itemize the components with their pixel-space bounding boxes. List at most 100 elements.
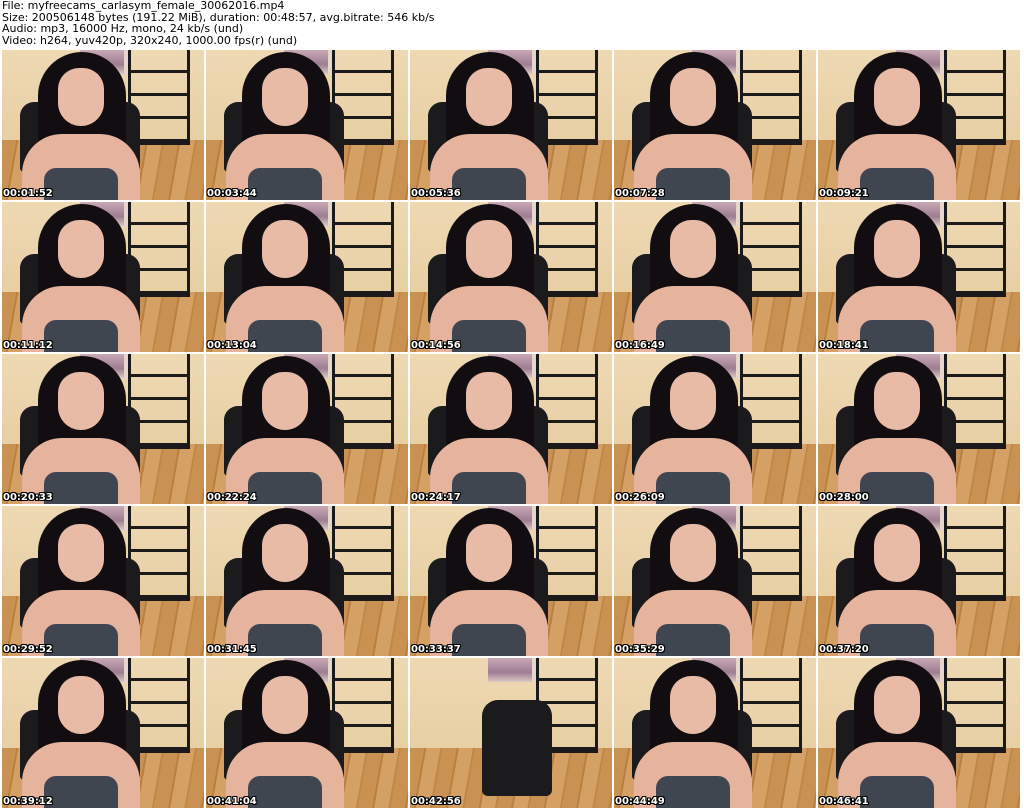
thumbnail-face <box>262 220 308 278</box>
thumbnail-face <box>670 524 716 582</box>
thumbnail-face <box>466 68 512 126</box>
thumbnail-timestamp: 00:01:52 <box>3 188 53 199</box>
thumbnail-timestamp: 00:13:04 <box>207 340 257 351</box>
thumbnail-timestamp: 00:18:41 <box>819 340 869 351</box>
thumbnail-timestamp: 00:14:56 <box>411 340 461 351</box>
thumbnail-face <box>670 68 716 126</box>
thumbnail-timestamp: 00:03:44 <box>207 188 257 199</box>
thumbnail-top <box>860 776 934 808</box>
thumbnail-timestamp: 00:35:29 <box>615 644 665 655</box>
thumbnail-top <box>44 168 118 200</box>
thumbnail-timestamp: 00:26:09 <box>615 492 665 503</box>
thumbnail-timestamp: 00:33:37 <box>411 644 461 655</box>
thumbnail-timestamp: 00:31:45 <box>207 644 257 655</box>
video-thumbnail: 00:05:36 <box>410 50 612 200</box>
thumbnail-timestamp: 00:29:52 <box>3 644 53 655</box>
thumbnail-timestamp: 00:24:17 <box>411 492 461 503</box>
video-thumbnail: 00:44:49 <box>614 658 816 808</box>
thumbnail-top <box>44 624 118 656</box>
thumbnail-top <box>656 624 730 656</box>
thumbnail-timestamp: 00:41:04 <box>207 796 257 807</box>
video-thumbnail: 00:14:56 <box>410 202 612 352</box>
thumbnail-face <box>58 524 104 582</box>
thumbnail-face <box>670 220 716 278</box>
thumbnail-face <box>262 68 308 126</box>
thumbnail-face <box>262 372 308 430</box>
thumbnail-timestamp: 00:11:12 <box>3 340 53 351</box>
thumbnail-top <box>860 168 934 200</box>
video-thumbnail: 00:07:28 <box>614 50 816 200</box>
file-info-header: File: myfreecams_carlasym_female_3006201… <box>2 0 1020 50</box>
thumbnail-face <box>58 220 104 278</box>
thumbnail-timestamp: 00:20:33 <box>3 492 53 503</box>
thumbnail-top <box>248 472 322 504</box>
video-thumbnail: 00:13:04 <box>206 202 408 352</box>
thumbnail-face <box>874 68 920 126</box>
video-thumbnail: 00:29:52 <box>2 506 204 656</box>
thumbnail-timestamp: 00:16:49 <box>615 340 665 351</box>
thumbnail-timestamp: 00:42:56 <box>411 796 461 807</box>
thumbnail-timestamp: 00:22:24 <box>207 492 257 503</box>
thumbnail-top <box>44 320 118 352</box>
video-thumbnail: 00:01:52 <box>2 50 204 200</box>
video-thumbnail: 00:22:24 <box>206 354 408 504</box>
thumbnail-face <box>874 524 920 582</box>
thumbnail-face <box>670 676 716 734</box>
thumbnail-face <box>466 372 512 430</box>
video-thumbnail: 00:39:12 <box>2 658 204 808</box>
audio-info-line: Audio: mp3, 16000 Hz, mono, 24 kb/s (und… <box>2 22 244 35</box>
thumbnail-timestamp: 00:05:36 <box>411 188 461 199</box>
video-thumbnail: 00:31:45 <box>206 506 408 656</box>
video-thumbnail: 00:09:21 <box>818 50 1020 200</box>
video-info-line: Video: h264, yuv420p, 320x240, 1000.00 f… <box>2 33 298 47</box>
file-name-line: File: myfreecams_carlasym_female_3006201… <box>2 0 285 12</box>
thumbnail-top <box>656 168 730 200</box>
thumbnail-top <box>248 776 322 808</box>
thumbnail-top <box>860 320 934 352</box>
thumbnail-timestamp: 00:39:12 <box>3 796 53 807</box>
thumbnail-top <box>248 168 322 200</box>
video-thumbnail: 00:26:09 <box>614 354 816 504</box>
thumbnail-top <box>44 776 118 808</box>
thumbnail-picture <box>488 658 535 682</box>
video-thumbnail: 00:28:00 <box>818 354 1020 504</box>
thumbnail-face <box>58 372 104 430</box>
thumbnail-face <box>466 220 512 278</box>
video-thumbnail: 00:11:12 <box>2 202 204 352</box>
thumbnail-top <box>452 320 526 352</box>
thumbnail-face <box>874 676 920 734</box>
thumbnail-face <box>58 676 104 734</box>
thumbnail-timestamp: 00:37:20 <box>819 644 869 655</box>
thumbnail-face <box>466 524 512 582</box>
video-thumbnail: 00:16:49 <box>614 202 816 352</box>
thumbnail-face <box>874 372 920 430</box>
thumbnail-top <box>452 168 526 200</box>
thumbnail-timestamp: 00:07:28 <box>615 188 665 199</box>
video-thumbnail: 00:03:44 <box>206 50 408 200</box>
video-thumbnail: 00:35:29 <box>614 506 816 656</box>
video-thumbnail: 00:20:33 <box>2 354 204 504</box>
thumbnail-top <box>44 472 118 504</box>
thumbnail-top <box>452 472 526 504</box>
thumbnail-top <box>860 624 934 656</box>
video-thumbnail: 00:42:56 <box>410 658 612 808</box>
video-thumbnail: 00:18:41 <box>818 202 1020 352</box>
thumbnail-top <box>452 624 526 656</box>
thumbnail-top <box>248 624 322 656</box>
thumbnail-top <box>656 320 730 352</box>
thumbnail-timestamp: 00:09:21 <box>819 188 869 199</box>
video-thumbnail: 00:24:17 <box>410 354 612 504</box>
thumbnail-top <box>860 472 934 504</box>
thumbnail-top <box>656 776 730 808</box>
thumbnail-timestamp: 00:28:00 <box>819 492 869 503</box>
thumbnail-face <box>670 372 716 430</box>
video-thumbnail: 00:46:41 <box>818 658 1020 808</box>
video-thumbnail: 00:33:37 <box>410 506 612 656</box>
thumbnail-timestamp: 00:46:41 <box>819 796 869 807</box>
video-thumbnail: 00:37:20 <box>818 506 1020 656</box>
thumbnail-timestamp: 00:44:49 <box>615 796 665 807</box>
video-thumbnail: 00:41:04 <box>206 658 408 808</box>
thumbnail-top <box>656 472 730 504</box>
thumbnail-grid: 00:01:52 00:03:44 00:05:36 00:07:28 00:09:21… <box>2 50 1023 810</box>
thumbnail-face <box>262 676 308 734</box>
